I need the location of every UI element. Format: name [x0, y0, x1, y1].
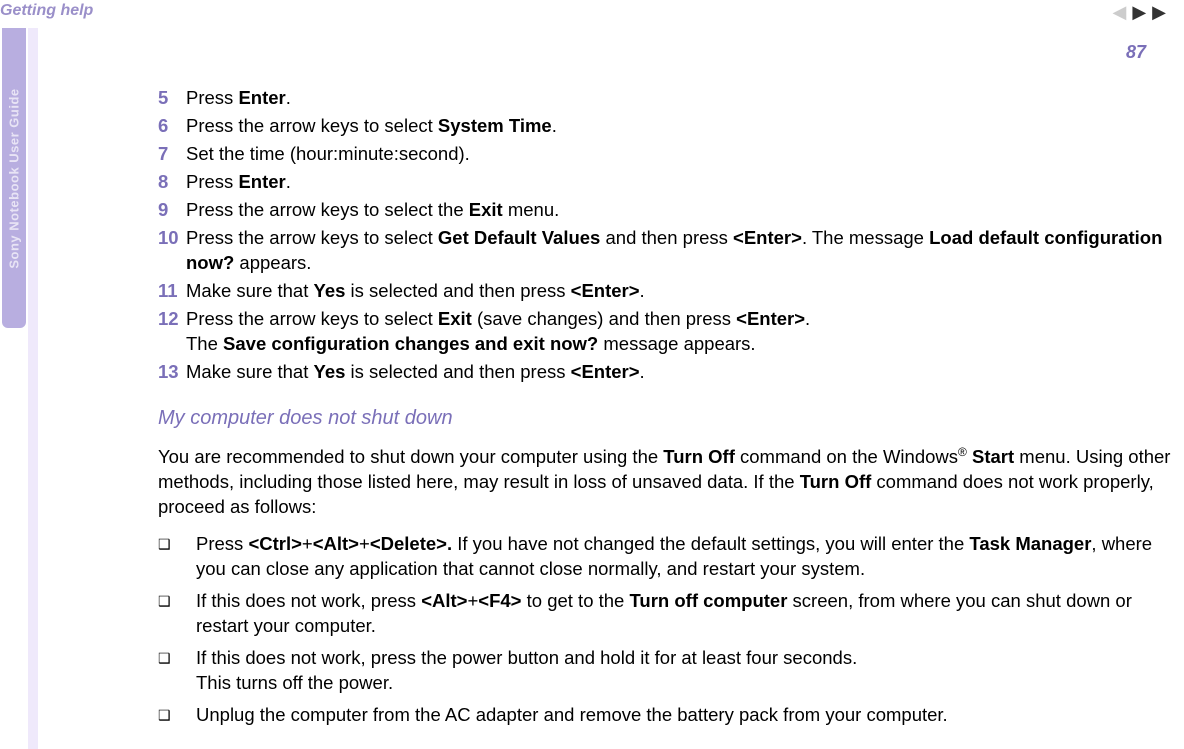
step-number: 9	[158, 198, 186, 223]
bullet-item: ❑ If this does not work, press <Alt>+<F4…	[158, 589, 1182, 639]
step-text: Press Enter.	[186, 170, 1182, 195]
nav-next-icon[interactable]: ▶	[1132, 2, 1146, 23]
bullet-icon: ❑	[158, 589, 196, 639]
step-12: 12 Press the arrow keys to select Exit (…	[158, 307, 1182, 357]
step-10: 10 Press the arrow keys to select Get De…	[158, 226, 1182, 276]
bullet-icon: ❑	[158, 532, 196, 582]
step-text: Press the arrow keys to select the Exit …	[186, 198, 1182, 223]
bullet-text: Press <Ctrl>+<Alt>+<Delete>. If you have…	[196, 532, 1182, 582]
step-text: Make sure that Yes is selected and then …	[186, 279, 1182, 304]
step-text: Set the time (hour:minute:second).	[186, 142, 1182, 167]
nav-next-icon-2[interactable]: ▶	[1152, 2, 1166, 23]
step-number: 13	[158, 360, 186, 385]
sidebar-label: Sony Notebook User Guide	[7, 88, 22, 268]
step-number: 12	[158, 307, 186, 357]
step-number: 10	[158, 226, 186, 276]
step-number: 7	[158, 142, 186, 167]
step-number: 5	[158, 86, 186, 111]
bullet-item: ❑ If this does not work, press the power…	[158, 646, 1182, 696]
bullet-text: Unplug the computer from the AC adapter …	[196, 703, 1182, 728]
step-text: Press Enter.	[186, 86, 1182, 111]
section-title: Getting help	[0, 2, 93, 20]
subheading: My computer does not shut down	[158, 407, 1182, 430]
step-text: Press the arrow keys to select System Ti…	[186, 114, 1182, 139]
intro-paragraph: You are recommended to shut down your co…	[158, 444, 1182, 520]
step-13: 13 Make sure that Yes is selected and th…	[158, 360, 1182, 385]
bullet-item: ❑ Press <Ctrl>+<Alt>+<Delete>. If you ha…	[158, 532, 1182, 582]
page-content: 5 Press Enter. 6 Press the arrow keys to…	[158, 86, 1182, 735]
step-8: 8 Press Enter.	[158, 170, 1182, 195]
step-number: 8	[158, 170, 186, 195]
step-text: Press the arrow keys to select Get Defau…	[186, 226, 1182, 276]
nav-arrows: ◀ ▶ ▶	[1112, 2, 1166, 23]
step-7: 7 Set the time (hour:minute:second).	[158, 142, 1182, 167]
step-5: 5 Press Enter.	[158, 86, 1182, 111]
step-number: 11	[158, 279, 186, 304]
bullet-list: ❑ Press <Ctrl>+<Alt>+<Delete>. If you ha…	[158, 532, 1182, 728]
bullet-text: If this does not work, press the power b…	[196, 646, 1182, 696]
side-stripe	[28, 28, 38, 749]
step-6: 6 Press the arrow keys to select System …	[158, 114, 1182, 139]
nav-prev-icon[interactable]: ◀	[1112, 2, 1126, 23]
step-text: Press the arrow keys to select Exit (sav…	[186, 307, 1182, 357]
bullet-text: If this does not work, press <Alt>+<F4> …	[196, 589, 1182, 639]
bullet-icon: ❑	[158, 703, 196, 728]
bullet-item: ❑ Unplug the computer from the AC adapte…	[158, 703, 1182, 728]
step-9: 9 Press the arrow keys to select the Exi…	[158, 198, 1182, 223]
bullet-icon: ❑	[158, 646, 196, 696]
sidebar-tab: Sony Notebook User Guide	[2, 28, 26, 328]
page-number: 87	[1126, 42, 1146, 63]
step-text: Make sure that Yes is selected and then …	[186, 360, 1182, 385]
step-number: 6	[158, 114, 186, 139]
step-list: 5 Press Enter. 6 Press the arrow keys to…	[158, 86, 1182, 385]
step-11: 11 Make sure that Yes is selected and th…	[158, 279, 1182, 304]
